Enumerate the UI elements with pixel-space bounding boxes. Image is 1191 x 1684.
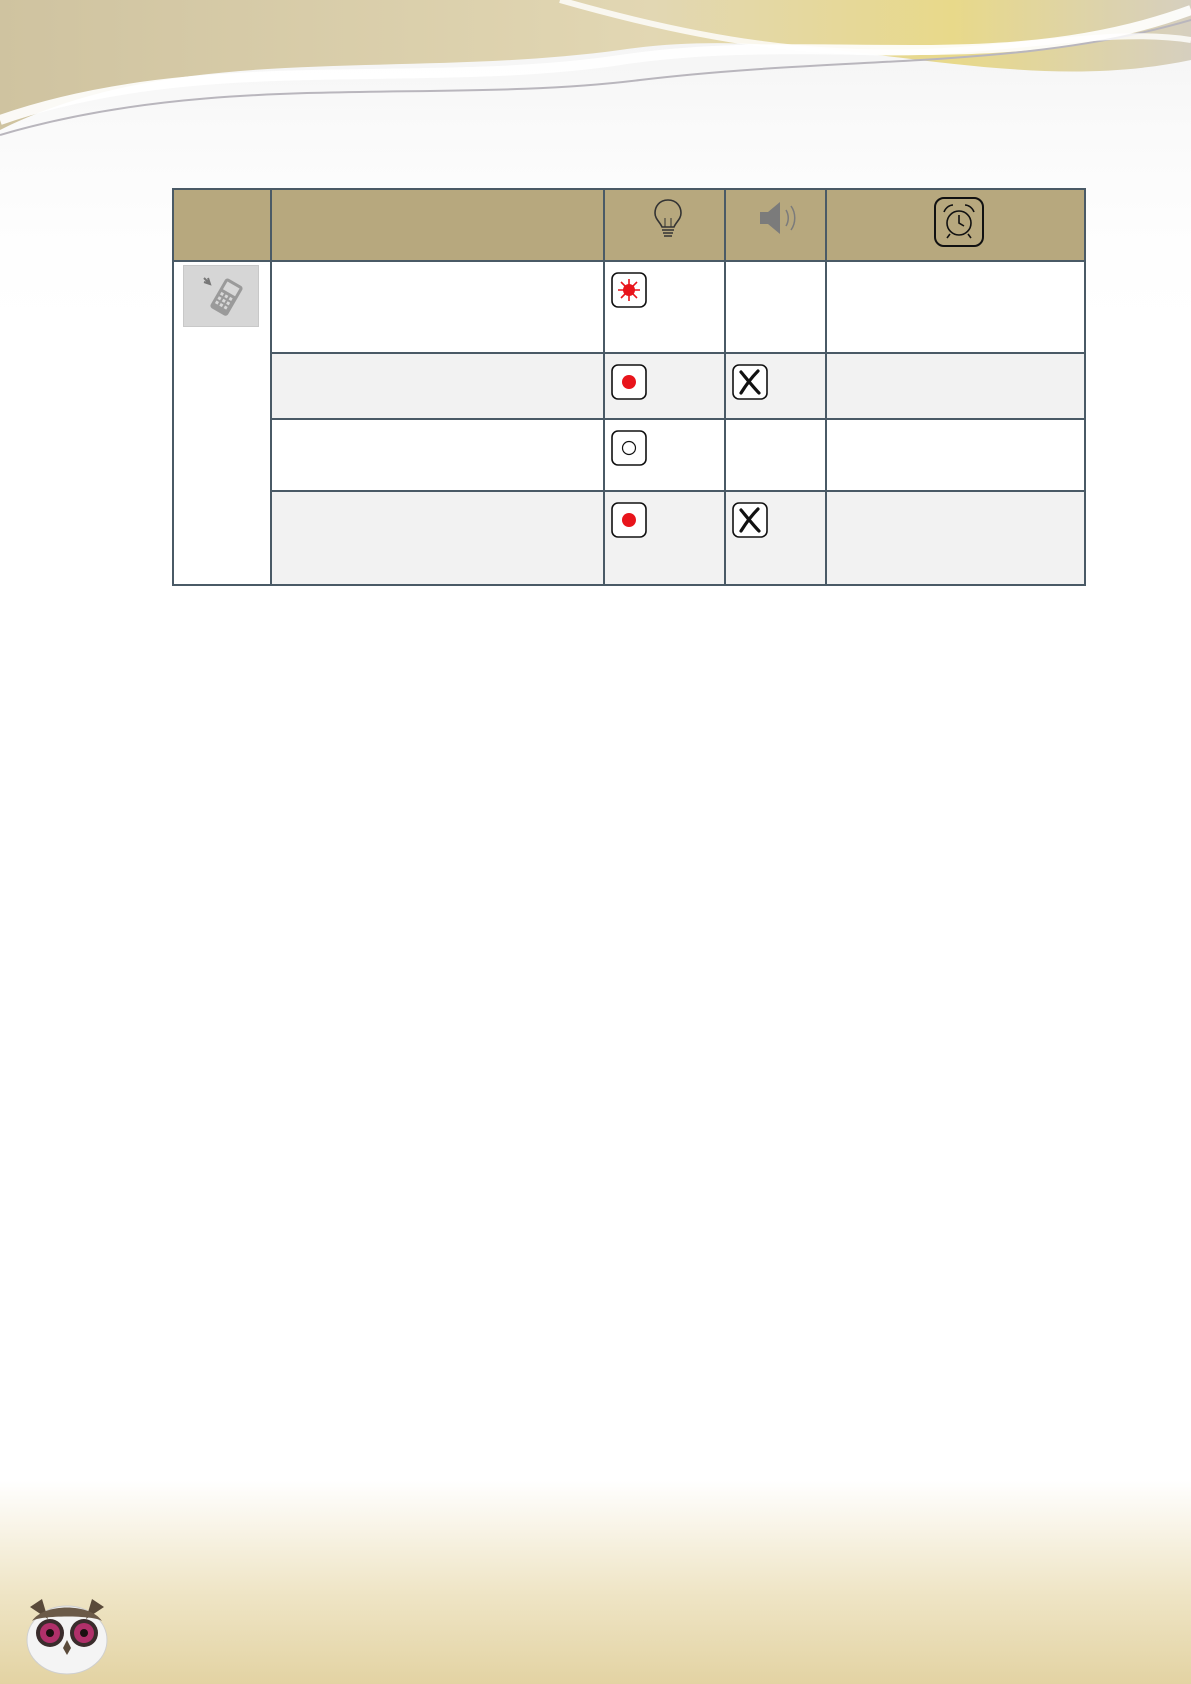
speaker-icon [756,196,802,245]
row-sound [724,490,827,586]
status-table [172,188,1086,586]
row-description [270,490,605,586]
mobile-phone-icon [183,265,259,327]
row-sound [724,260,827,354]
alarm-clock-icon [933,196,985,253]
row-alarm [825,490,1086,586]
row-light [603,260,726,354]
table-row [173,490,1086,586]
header-device [172,188,272,262]
light-bulb-icon [650,196,686,245]
x-mark-icon [732,364,768,400]
x-mark-icon [732,502,768,538]
table-row [172,260,1086,586]
device-cell [172,260,272,586]
row-sound [724,352,827,420]
row-light [603,490,726,586]
row-sound [724,418,827,492]
header-description [270,188,605,262]
flashing-red-icon [611,272,647,308]
row-description [270,260,605,354]
row-light [603,418,726,492]
table-header-row [172,188,1086,262]
steady-red-icon [611,502,647,538]
row-alarm [825,260,1086,354]
row-alarm [825,418,1086,492]
row-light [603,352,726,420]
table-row [173,418,1086,492]
header-light [603,188,726,262]
owl-logo [26,1599,108,1675]
steady-red-icon [611,364,647,400]
off-light-icon [611,430,647,466]
header-alarm [825,188,1086,262]
table-row [173,352,1086,420]
row-alarm [825,352,1086,420]
footer-gradient-decoration [0,1480,1191,1684]
row-description [270,418,605,492]
header-sound [724,188,827,262]
row-description [270,352,605,420]
